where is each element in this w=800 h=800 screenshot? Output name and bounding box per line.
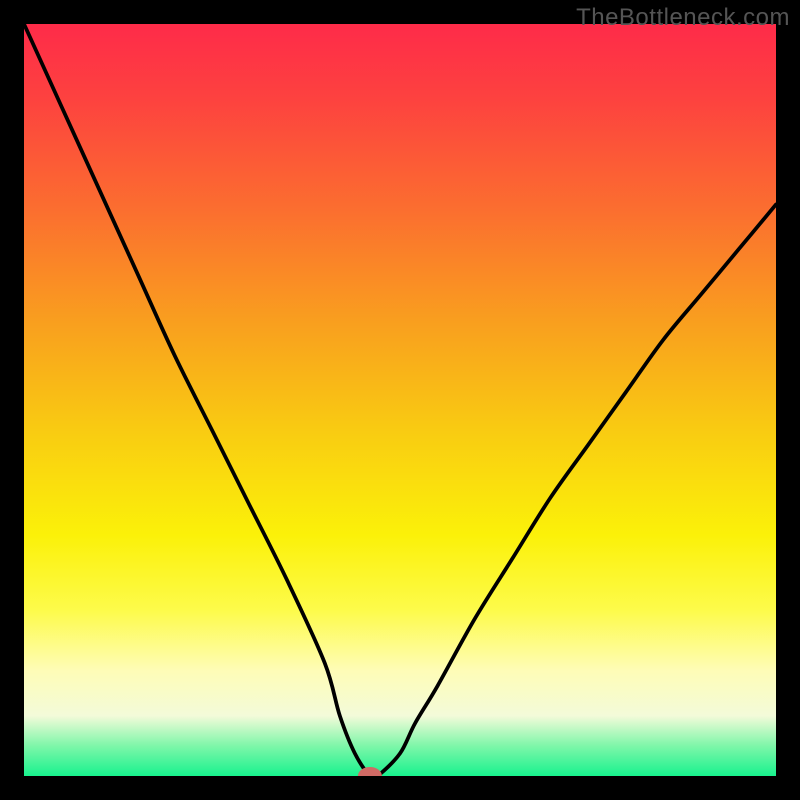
plot-area [24,24,776,776]
curve-svg [24,24,776,776]
watermark-text: TheBottleneck.com [576,4,790,32]
bottleneck-curve [24,24,776,776]
chart-frame: TheBottleneck.com [0,0,800,800]
